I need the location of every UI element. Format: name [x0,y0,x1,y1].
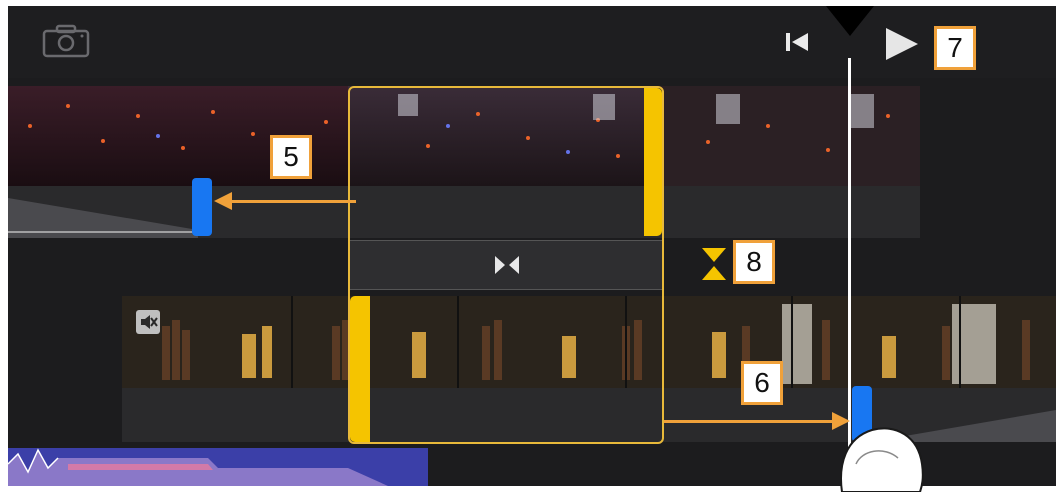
skip-to-start-icon[interactable] [784,30,810,54]
arrow-5-line [226,200,356,203]
camera-icon[interactable] [42,24,90,58]
callout-6: 6 [741,361,783,405]
lower-yellow-trim-handle[interactable] [350,296,370,442]
transition-selection-frame[interactable] [348,86,664,444]
toolbar [8,6,1056,78]
playhead-marker[interactable] [826,6,874,36]
upper-volume-ramp [8,198,200,238]
audio-waveform [8,448,388,486]
transition-adjust-icon[interactable] [700,246,728,282]
timeline-editor [8,6,1056,486]
callout-8: 8 [733,240,775,284]
upper-blue-trim-handle[interactable] [192,178,212,236]
callout-7: 7 [934,26,976,70]
play-icon[interactable] [882,26,922,62]
arrow-6-line [664,420,836,423]
callout-5: 5 [270,135,312,179]
mute-icon[interactable] [136,310,160,334]
screenshot-stage: 5 6 7 8 [0,0,1056,492]
finger-tap-icon [840,427,924,492]
arrow-5-head [214,192,232,210]
upper-yellow-trim-handle[interactable] [644,88,662,236]
